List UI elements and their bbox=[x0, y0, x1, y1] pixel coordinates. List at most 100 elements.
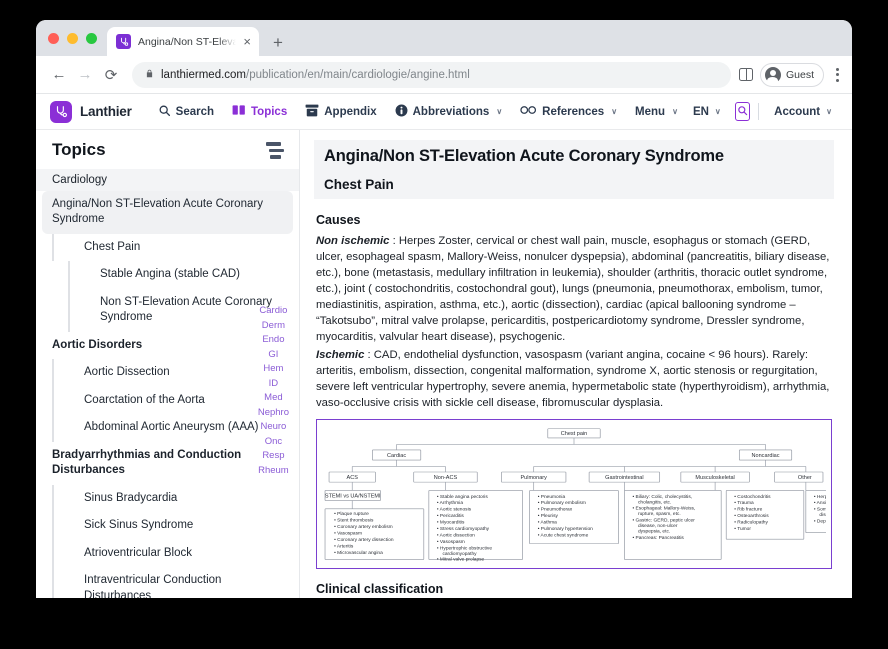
svg-text:• Rib fracture: • Rib fracture bbox=[734, 507, 762, 512]
browser-tab-title: Angina/Non ST-Elevation Acute bbox=[138, 35, 237, 48]
browser-tab[interactable]: Angina/Non ST-Elevation Acute × bbox=[107, 27, 259, 56]
svg-text:• Vasospasm: • Vasospasm bbox=[334, 531, 362, 536]
browser-window: Angina/Non ST-Elevation Acute × + ← → ⟳ … bbox=[36, 20, 852, 598]
nav-appendix[interactable]: Appendix bbox=[296, 94, 385, 130]
address-bar[interactable]: lanthiermed.com/publication/en/main/card… bbox=[132, 61, 731, 88]
specialty-derm[interactable]: Derm bbox=[262, 320, 285, 331]
specialty-nephro[interactable]: Nephro bbox=[258, 407, 289, 418]
sidebar-item-chest-pain[interactable]: Chest Pain bbox=[52, 233, 299, 262]
sidebar-title: Topics bbox=[52, 140, 106, 160]
svg-text:• Depression: • Depression bbox=[814, 519, 826, 524]
nav-references[interactable]: References ∨ bbox=[511, 94, 626, 130]
reload-button[interactable]: ⟳ bbox=[98, 62, 124, 88]
svg-text:• Coronary artery embolism: • Coronary artery embolism bbox=[334, 525, 393, 530]
svg-text:• Biliary: Colic, cholecystit: • Biliary: Colic, cholecystitis, bbox=[632, 494, 692, 499]
svg-text:• Hypertrophic obstructive: • Hypertrophic obstructive bbox=[437, 546, 493, 551]
minimize-window-button[interactable] bbox=[67, 32, 78, 44]
svg-text:• Stent thrombosis: • Stent thrombosis bbox=[334, 518, 374, 523]
svg-text:disease, non-ulcer: disease, non-ulcer bbox=[638, 524, 678, 529]
lanthier-favicon bbox=[116, 34, 131, 49]
nav-menu-label: Menu bbox=[635, 105, 666, 118]
svg-text:• Osteoarthrosis: • Osteoarthrosis bbox=[734, 514, 769, 519]
svg-text:• Pleurisy: • Pleurisy bbox=[538, 514, 559, 519]
specialty-rheum[interactable]: Rheum bbox=[258, 465, 289, 476]
search-box-icon bbox=[737, 103, 748, 121]
label-non-ischemic: Non ischemic bbox=[316, 235, 390, 247]
close-tab-button[interactable]: × bbox=[243, 35, 251, 48]
flow-node-pulmonary: Pulmonary bbox=[520, 475, 547, 481]
chevron-down-icon: ∨ bbox=[496, 107, 503, 116]
svg-text:• Pancreas: Pancreatitis: • Pancreas: Pancreatitis bbox=[632, 536, 684, 541]
links-icon bbox=[520, 105, 537, 118]
svg-text:• Trauma: • Trauma bbox=[734, 501, 754, 506]
forward-button[interactable]: → bbox=[72, 62, 98, 88]
specialty-cardio[interactable]: Cardio bbox=[259, 305, 287, 316]
svg-text:• Anxiety: • Anxiety bbox=[814, 501, 826, 506]
chest-pain-flowchart: Chest pain Cardiac Noncardiac ACS Non-AC… bbox=[316, 419, 832, 570]
specialty-med[interactable]: Med bbox=[264, 392, 282, 403]
close-window-button[interactable] bbox=[48, 32, 59, 44]
language-label: EN bbox=[692, 105, 709, 118]
browser-toolbar: ← → ⟳ lanthiermed.com/publication/en/mai… bbox=[36, 56, 852, 94]
sidebar-section-cardiology[interactable]: Cardiology bbox=[36, 168, 299, 191]
section-heading-causes: Causes bbox=[316, 213, 361, 227]
svg-text:• Aortic dissection: • Aortic dissection bbox=[437, 533, 475, 538]
sidebar-item-av-block[interactable]: Atrioventricular Block bbox=[52, 539, 299, 568]
sidebar-item-stable-angina[interactable]: Stable Angina (stable CAD) bbox=[68, 261, 299, 289]
header-search-button[interactable] bbox=[734, 102, 751, 121]
specialty-hem[interactable]: Hem bbox=[263, 363, 283, 374]
language-selector[interactable]: EN ∨ bbox=[687, 106, 727, 118]
svg-text:• Stable angina pectoris: • Stable angina pectoris bbox=[437, 494, 489, 499]
specialty-gi[interactable]: GI bbox=[268, 349, 278, 360]
flow-node-cardiac: Cardiac bbox=[387, 453, 406, 459]
sidebar-header: Topics bbox=[36, 130, 299, 169]
specialty-id[interactable]: ID bbox=[269, 378, 279, 389]
filter-lines-icon[interactable] bbox=[264, 140, 284, 161]
specialty-neuro[interactable]: Neuro bbox=[260, 421, 286, 432]
maximize-window-button[interactable] bbox=[86, 32, 97, 44]
svg-text:• Aortic stenosis: • Aortic stenosis bbox=[437, 507, 472, 512]
chevron-down-icon: ∨ bbox=[611, 107, 618, 116]
sidebar-item-sinus-bradycardia[interactable]: Sinus Bradycardia bbox=[52, 484, 299, 513]
svg-text:• Somatoform: • Somatoform bbox=[814, 507, 826, 512]
sidebar-item-angina[interactable]: Angina/Non ST-Elevation Acute Coronary S… bbox=[42, 190, 293, 234]
avatar bbox=[764, 66, 781, 84]
side-panel-icon[interactable] bbox=[738, 68, 753, 81]
svg-text:disorders: disorders bbox=[819, 513, 826, 518]
sidebar-item-ivcd[interactable]: Intraventricular Conduction Disturbances bbox=[52, 567, 299, 598]
flow-node-stemi: STEMI vs UA/NSTEMI bbox=[325, 494, 381, 500]
nav-abbreviations[interactable]: Abbreviations ∨ bbox=[386, 94, 512, 130]
svg-text:dyspepsia, etc.: dyspepsia, etc. bbox=[638, 529, 670, 534]
nav-references-label: References bbox=[542, 105, 605, 118]
back-button[interactable]: ← bbox=[46, 62, 72, 88]
profile-button[interactable]: Guest bbox=[759, 62, 824, 87]
flow-list-other: • Herpes zoster • Anxiety • Somatoform d… bbox=[814, 494, 826, 524]
nav-search-label: Search bbox=[175, 105, 215, 118]
specialty-endo[interactable]: Endo bbox=[262, 334, 284, 345]
brand[interactable]: Lanthier bbox=[50, 100, 132, 123]
specialty-resp[interactable]: Resp bbox=[262, 450, 284, 461]
account-menu[interactable]: Account ∨ bbox=[768, 106, 838, 118]
svg-text:• Herpes zoster: • Herpes zoster bbox=[814, 494, 826, 499]
header-divider bbox=[758, 103, 760, 120]
paragraph-ischemic: Ischemic : CAD, endothelial dysfunction,… bbox=[316, 347, 834, 411]
specialty-onc[interactable]: Onc bbox=[265, 436, 282, 447]
svg-text:• Vasospasm: • Vasospasm bbox=[437, 539, 465, 544]
nav-search[interactable]: Search bbox=[149, 94, 223, 130]
text-non-ischemic: : Herpes Zoster, cervical or chest wall … bbox=[316, 235, 830, 344]
url-path: /publication/en/main/cardiologie/angine.… bbox=[246, 68, 470, 81]
sidebar-item-sick-sinus-syndrome[interactable]: Sick Sinus Syndrome bbox=[52, 512, 299, 540]
profile-label: Guest bbox=[785, 68, 814, 81]
svg-text:• Acute chest syndrome: • Acute chest syndrome bbox=[538, 533, 589, 538]
browser-menu-button[interactable] bbox=[831, 64, 844, 86]
flow-node-acs: ACS bbox=[347, 475, 359, 481]
brand-name: Lanthier bbox=[80, 104, 132, 119]
nav-menu[interactable]: Menu ∨ bbox=[626, 94, 687, 130]
svg-text:• Plaque rupture: • Plaque rupture bbox=[334, 512, 369, 517]
nav-topics[interactable]: Topics bbox=[223, 94, 296, 130]
flowchart-svg: Chest pain Cardiac Noncardiac ACS Non-AC… bbox=[324, 428, 826, 562]
svg-text:• Tumor: • Tumor bbox=[734, 526, 751, 531]
label-ischemic: Ischemic bbox=[316, 349, 365, 362]
new-tab-button[interactable]: + bbox=[273, 34, 283, 51]
svg-text:• Pneumonia: • Pneumonia bbox=[538, 494, 566, 499]
